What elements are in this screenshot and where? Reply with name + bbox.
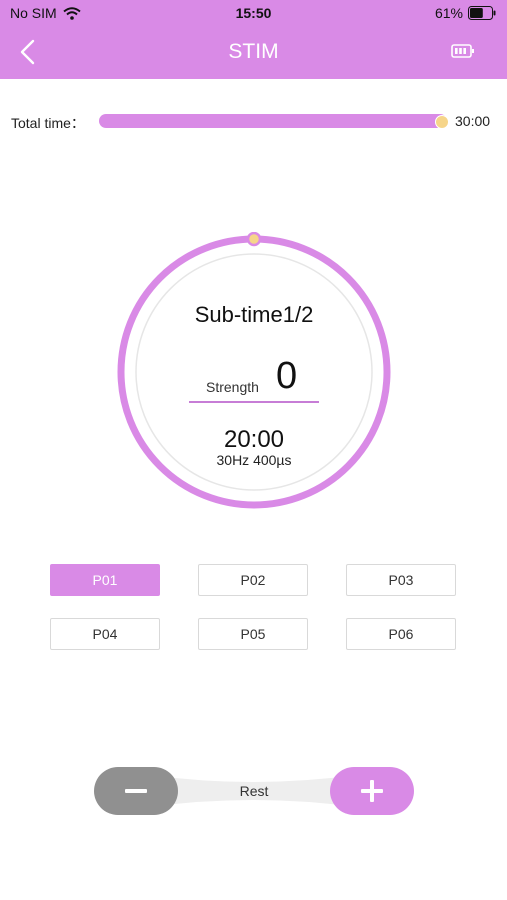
device-battery-icon[interactable]: [451, 44, 475, 58]
slider-track: [99, 114, 447, 128]
plus-icon: [361, 780, 383, 802]
program-label: P04: [92, 626, 118, 642]
header-bar: No SIM 15:50 61% STIM: [0, 0, 507, 79]
strength-value: 0: [276, 355, 298, 397]
program-button-p04[interactable]: P04: [50, 618, 160, 650]
program-button-p05[interactable]: P05: [198, 618, 308, 650]
rest-label: Rest: [239, 783, 269, 799]
program-button-p03[interactable]: P03: [346, 564, 456, 596]
strength-label: Strength: [206, 379, 259, 395]
stim-params: 30Hz 400µs: [216, 452, 292, 468]
battery-percent: 61%: [434, 5, 463, 21]
program-label: P05: [240, 626, 266, 642]
subtime-label: Sub-time1/2: [194, 302, 314, 327]
minus-icon: [125, 789, 147, 793]
total-time-value: 30:00: [455, 113, 491, 129]
total-time-slider[interactable]: [99, 114, 449, 129]
status-battery-icon: [468, 6, 496, 20]
status-time: 15:50: [235, 5, 272, 21]
program-label: P06: [388, 626, 414, 642]
stim-dial: [117, 232, 391, 509]
program-button-p06[interactable]: P06: [346, 618, 456, 650]
decrease-strength-button[interactable]: [94, 767, 178, 815]
status-bar-right: 61%: [435, 5, 497, 21]
program-button-p02[interactable]: P02: [198, 564, 308, 596]
total-time-label: Total time：: [11, 115, 85, 131]
page-title: STIM: [228, 40, 279, 63]
slider-thumb[interactable]: [435, 115, 449, 129]
program-label: P02: [240, 572, 266, 588]
program-label: P01: [92, 572, 118, 588]
dial-knob[interactable]: [246, 232, 262, 247]
program-button-p01[interactable]: P01: [50, 564, 160, 596]
strength-underline: [189, 401, 319, 403]
increase-strength-button[interactable]: [330, 767, 414, 815]
program-label: P03: [388, 572, 414, 588]
session-time: 20:00: [223, 426, 285, 453]
